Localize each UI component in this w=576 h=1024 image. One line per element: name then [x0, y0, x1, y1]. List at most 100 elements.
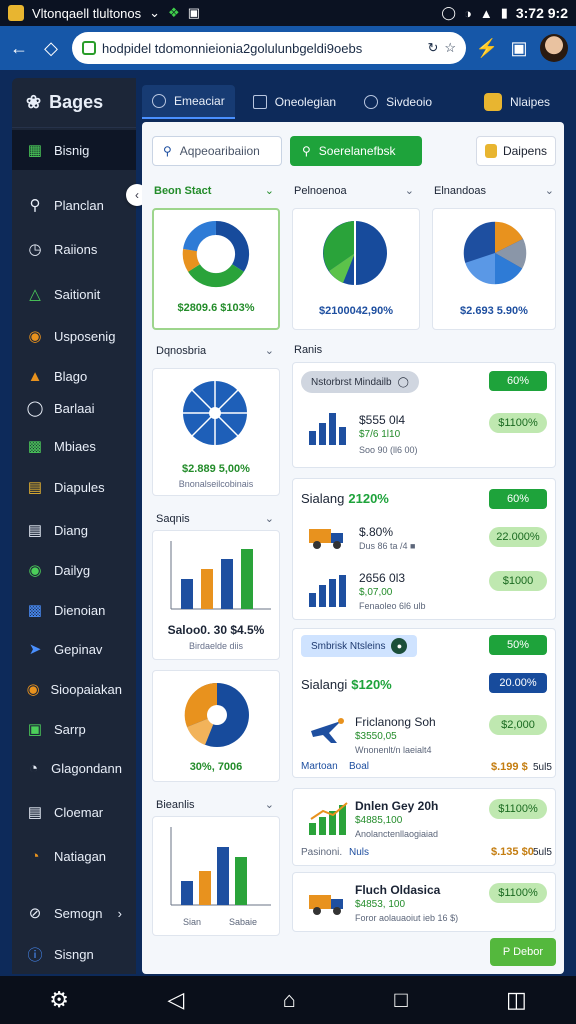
metric-card[interactable]: $2.889 5,00% Bnonalseilcobinais	[152, 368, 280, 496]
close-icon[interactable]: ◯	[398, 377, 409, 388]
metric-card[interactable]: 30%, 7006	[152, 670, 280, 782]
row-link[interactable]: Boal	[349, 761, 369, 772]
wifi-icon: ◑	[463, 5, 472, 21]
gear-icon[interactable]: ⚙	[49, 987, 69, 1013]
sidebar-item-18[interactable]: ⊘ Semogn ›	[12, 893, 136, 933]
sidebar-item-17[interactable]: ◔ Natiagan	[12, 836, 136, 876]
sidebar-item-7[interactable]: ▩ Mbiaes	[12, 426, 136, 466]
sidebar-item-9[interactable]: ▤ Diang	[12, 510, 136, 550]
sidebar-item-2[interactable]: ◷ Raiions	[12, 229, 136, 269]
sidebar-item-1[interactable]: ⚲ Planclan	[12, 185, 136, 225]
row-meta: Dus 86 ta /4 ■	[359, 541, 416, 551]
chevron-down-icon: ⌄	[544, 185, 554, 197]
column-header[interactable]: Saqnis ⌄	[156, 512, 274, 526]
sidebar-item-4[interactable]: ◉ Usposenig	[12, 316, 136, 356]
sidebar-item-label: Glagondann	[51, 760, 122, 776]
url-field[interactable]: hodpidel tdomonnieionia2golulunbgeldi9oe…	[72, 32, 466, 64]
secondary-button[interactable]: Daipens	[476, 136, 556, 166]
avatar[interactable]	[540, 34, 568, 62]
tabs-icon[interactable]: ▣	[508, 37, 530, 59]
metric-note: Bnonalseilcobinais	[178, 479, 254, 489]
tab-3[interactable]: Nlaipes	[474, 85, 560, 119]
truck-icon	[309, 895, 343, 915]
sidebar-item-15[interactable]: ◔ Glagondann	[12, 748, 136, 788]
home-icon[interactable]: ⌂	[283, 987, 296, 1013]
info-icon: ⓘ	[27, 946, 43, 964]
list-item[interactable]: Smbrisk Ntsleins ● 50% Sialangi $120% 20.0…	[292, 628, 556, 778]
column-header[interactable]: Elnandoas ⌄	[434, 184, 554, 198]
row-value: 2656 0l3	[359, 571, 406, 585]
tab-label: Emeaciar	[174, 94, 225, 108]
sidebar-item-0[interactable]: ▦ Bisnig	[12, 130, 136, 170]
row-link[interactable]: Martoan	[301, 761, 338, 772]
recents-icon[interactable]: □	[394, 987, 407, 1013]
sidebar-item-3[interactable]: △ Saitionit	[12, 274, 136, 314]
chevron-down-icon: ⌄	[264, 513, 274, 525]
sidebar-item-16[interactable]: ▤ Cloemar	[12, 792, 136, 832]
sidebar-item-label: Gepinav	[54, 641, 103, 657]
primary-button[interactable]: ⚲ Soerelanefbsk	[290, 136, 422, 166]
brand[interactable]: ❀ Bages	[12, 78, 136, 128]
app-icon	[8, 5, 24, 21]
row-link[interactable]: Nuls	[349, 847, 369, 858]
app-title: Vltonqaell tlultonos	[32, 5, 142, 21]
tab-0[interactable]: Emeaciar	[142, 85, 235, 119]
axis-label: Sian	[183, 917, 202, 927]
sidebar-item-label: Sarrp	[54, 721, 86, 737]
search-field[interactable]: ⚲ Aqpeoaribaiion	[152, 136, 282, 166]
column-header-label: Pelnoenoa	[294, 184, 347, 197]
diamond-icon[interactable]: ◇	[40, 37, 62, 59]
list-item[interactable]: Dnlen Gey 20h $4885,100 Anolanctenllaogi…	[292, 788, 556, 866]
back-icon[interactable]: ←	[8, 37, 30, 59]
sidebar-item-label: Raiions	[54, 241, 98, 257]
metric-card[interactable]: $2.693 5.90%	[432, 208, 556, 330]
list-item[interactable]: Fluch Oldasica $4853, 100 Foror aolauaoi…	[292, 872, 556, 932]
status-chip: Smbrisk Ntsleins ●	[301, 635, 418, 657]
metric-card[interactable]: Sian Sabaie	[152, 816, 280, 936]
sidebar-item-19[interactable]: ⓘ Sisngn	[12, 934, 136, 974]
row-value: Friclanong Soh	[355, 715, 436, 729]
metric-card[interactable]: $2809.6 $103%	[152, 208, 280, 330]
column-header[interactable]: Dqnosbria ⌄	[156, 344, 274, 358]
sidebar-item-6[interactable]: ◯ Barlaai	[12, 388, 136, 428]
sidebar-item-14[interactable]: ▣ Sarrp	[12, 709, 136, 749]
sidebar-item-12[interactable]: ➤ Gepinav	[12, 629, 136, 669]
search-field-label: Aqpeoaribaiion	[179, 144, 260, 158]
reload-icon[interactable]: ↻	[427, 40, 438, 56]
sidebar-item-11[interactable]: ▩ Dienoian	[12, 590, 136, 630]
tab-1[interactable]: Oneolegian	[243, 85, 346, 119]
sidebar-item-label: Bisnig	[54, 142, 90, 158]
sidebar-item-10[interactable]: ◉ Dailyg	[12, 550, 136, 590]
tab-bar: Emeaciar Oneolegian Sivdeoio Nlaipes	[138, 84, 564, 120]
sidebar-item-8[interactable]: ▤ Diapules	[12, 467, 136, 507]
bottom-action-button[interactable]: P Debor	[490, 938, 556, 966]
metric-value: 30%, 7006	[189, 761, 243, 773]
metric-card[interactable]: $2100042,90%	[292, 208, 420, 330]
back-icon[interactable]: ◁	[167, 987, 184, 1013]
chevron-down-icon[interactable]: ⌄	[149, 5, 160, 21]
badge-icon	[483, 93, 502, 111]
donut-chart	[182, 220, 250, 288]
tab-label: Nlaipes	[509, 95, 550, 109]
gauge-icon: ◔	[29, 759, 39, 777]
square-icon	[252, 95, 267, 109]
star-icon[interactable]: ☆	[444, 40, 456, 56]
column-header[interactable]: Bieanlis ⌄	[156, 798, 274, 812]
row-link[interactable]: Pasinoni.	[301, 847, 342, 858]
list-item[interactable]: Nstorbrst Mindailb ◯ 60% $555 0l4 $7/6 1l…	[292, 362, 556, 468]
status-badge: 60%	[489, 489, 547, 509]
metric-card[interactable]: Saloo0. 30 $4.5% Birdaelde diis	[152, 530, 280, 660]
no-icon: ⊘	[28, 905, 42, 922]
sidebar-item-13[interactable]: ◉ Sioopaiakan	[12, 669, 136, 709]
status-badge: $1100%	[489, 883, 547, 903]
pin-icon: ◉	[28, 328, 42, 345]
column-header[interactable]: Pelnoenoa ⌄	[294, 184, 414, 198]
chart-segment	[215, 220, 250, 272]
tab-2[interactable]: Sivdeoio	[354, 85, 442, 119]
metric-value: $2100042,90%	[318, 305, 393, 317]
bolt-icon[interactable]: ⚡	[476, 37, 498, 59]
document-icon: ▤	[27, 522, 43, 539]
column-header[interactable]: Beon Stact ⌄	[154, 184, 274, 198]
split-screen-icon[interactable]: ◫	[506, 987, 527, 1013]
list-item[interactable]: Sialang 2120% 60% $.80% Dus 86 ta /4 ■ 22…	[292, 478, 556, 620]
